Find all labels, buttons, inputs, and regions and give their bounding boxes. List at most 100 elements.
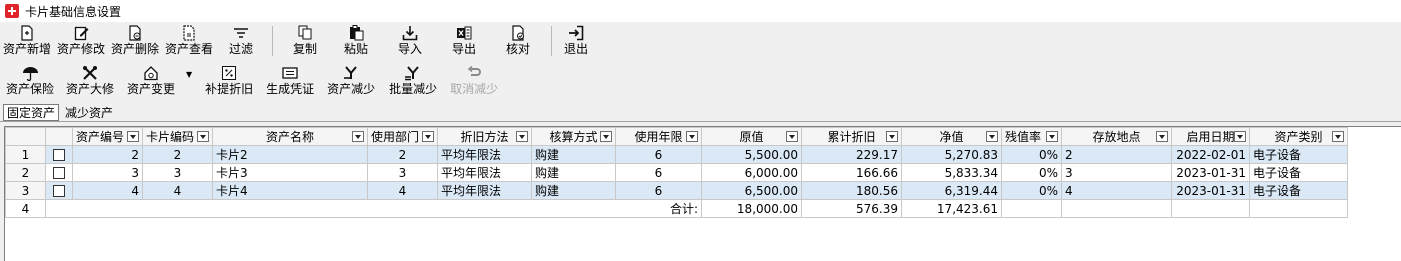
row-checkbox-cell[interactable] [45, 181, 73, 200]
column-header[interactable]: 核算方式 [531, 127, 616, 146]
row-checkbox[interactable] [53, 167, 65, 179]
column-header[interactable]: 净值 [901, 127, 1002, 146]
table-row[interactable]: 2 3 3 卡片3 3 平均年限法 购建 6 6,000.00 166.66 5… [5, 163, 1348, 182]
asset-repair-button[interactable]: 资产大修 [60, 64, 120, 100]
table-cell[interactable]: 0% [1001, 145, 1062, 164]
generate-voucher-button[interactable]: 生成凭证 [260, 64, 320, 100]
table-cell[interactable]: 购建 [531, 181, 616, 200]
table-cell[interactable]: 电子设备 [1249, 145, 1348, 164]
table-cell[interactable]: 2023-01-31 [1171, 163, 1250, 182]
asset-delete-button[interactable]: 资产删除 [108, 24, 162, 60]
column-header[interactable]: 累计折旧 [801, 127, 902, 146]
paste-button[interactable]: 粘贴 [329, 24, 383, 60]
check-button[interactable]: 核对 [491, 24, 545, 60]
table-cell[interactable]: 0% [1001, 163, 1062, 182]
table-cell[interactable]: 166.66 [801, 163, 902, 182]
filter-dropdown-icon[interactable] [127, 131, 139, 142]
asset-reduce-button[interactable]: 资产减少 [320, 64, 382, 100]
tab-fixed-assets[interactable]: 固定资产 [3, 104, 60, 121]
filter-dropdown-icon[interactable] [986, 131, 998, 142]
table-cell[interactable]: 4 [142, 181, 213, 200]
table-cell[interactable]: 3 [367, 163, 438, 182]
copy-button[interactable]: 复制 [281, 24, 329, 60]
table-cell[interactable]: 3 [142, 163, 213, 182]
column-header[interactable]: 资产编号 [72, 127, 143, 146]
table-cell[interactable]: 6,319.44 [901, 181, 1002, 200]
table-cell[interactable]: 平均年限法 [437, 145, 532, 164]
supplement-depreciation-button[interactable]: 补提折旧 [198, 64, 260, 100]
row-checkbox[interactable] [53, 185, 65, 197]
table-cell[interactable]: 3 [1061, 163, 1172, 182]
filter-dropdown-icon[interactable] [600, 131, 612, 142]
table-cell[interactable]: 6,500.00 [701, 181, 802, 200]
asset-edit-button[interactable]: 资产修改 [54, 24, 108, 60]
filter-dropdown-icon[interactable] [197, 131, 209, 142]
column-header[interactable]: 存放地点 [1061, 127, 1172, 146]
table-cell[interactable]: 平均年限法 [437, 181, 532, 200]
table-cell[interactable]: 2 [72, 145, 143, 164]
table-cell[interactable]: 电子设备 [1249, 181, 1348, 200]
table-cell[interactable]: 2 [1061, 145, 1172, 164]
table-cell[interactable]: 购建 [531, 145, 616, 164]
table-cell[interactable]: 购建 [531, 163, 616, 182]
table-cell[interactable]: 0% [1001, 181, 1062, 200]
filter-dropdown-icon[interactable] [686, 131, 698, 142]
table-row[interactable]: 3 4 4 卡片4 4 平均年限法 购建 6 6,500.00 180.56 6… [5, 181, 1348, 200]
table-cell[interactable]: 2022-02-01 [1171, 145, 1250, 164]
column-header[interactable]: 卡片编码 [142, 127, 213, 146]
filter-dropdown-icon[interactable] [422, 131, 434, 142]
table-cell[interactable]: 6 [615, 181, 702, 200]
table-cell[interactable]: 5,833.34 [901, 163, 1002, 182]
filter-dropdown-icon[interactable] [1234, 131, 1246, 142]
table-cell[interactable]: 2 [142, 145, 213, 164]
table-cell[interactable]: 6 [615, 163, 702, 182]
asset-add-button[interactable]: 资产新增 [0, 24, 54, 60]
filter-dropdown-icon[interactable] [516, 131, 528, 142]
cancel-reduce-button[interactable]: 取消减少 [444, 64, 504, 100]
exit-button[interactable]: 退出 [556, 24, 596, 60]
table-cell[interactable]: 2 [367, 145, 438, 164]
table-cell[interactable]: 180.56 [801, 181, 902, 200]
import-button[interactable]: 导入 [383, 24, 437, 60]
column-header[interactable]: 使用年限 [615, 127, 702, 146]
filter-dropdown-icon[interactable] [1332, 131, 1344, 142]
filter-button[interactable]: 过滤 [216, 24, 266, 60]
table-cell[interactable]: 4 [1061, 181, 1172, 200]
batch-reduce-button[interactable]: 批量减少 [382, 64, 444, 100]
row-checkbox-cell[interactable] [45, 163, 73, 182]
table-cell[interactable]: 229.17 [801, 145, 902, 164]
table-cell[interactable]: 3 [72, 163, 143, 182]
table-cell[interactable]: 5,270.83 [901, 145, 1002, 164]
column-header[interactable]: 资产类别 [1249, 127, 1348, 146]
chevron-down-icon[interactable]: ▼ [186, 70, 192, 79]
table-cell[interactable]: 6,000.00 [701, 163, 802, 182]
tab-reduced-assets[interactable]: 减少资产 [61, 104, 117, 121]
asset-insurance-button[interactable]: 资产保险 [0, 64, 60, 100]
filter-dropdown-icon[interactable] [352, 131, 364, 142]
asset-change-button[interactable]: 资产变更 [120, 64, 182, 100]
filter-dropdown-icon[interactable] [786, 131, 798, 142]
table-cell[interactable]: 平均年限法 [437, 163, 532, 182]
table-row[interactable]: 1 2 2 卡片2 2 平均年限法 购建 6 5,500.00 229.17 5… [5, 145, 1348, 164]
row-checkbox-cell[interactable] [45, 145, 73, 164]
filter-dropdown-icon[interactable] [1156, 131, 1168, 142]
column-header[interactable]: 折旧方法 [437, 127, 532, 146]
filter-dropdown-icon[interactable] [886, 131, 898, 142]
asset-view-button[interactable]: 资产查看 [162, 24, 216, 60]
table-cell[interactable]: 5,500.00 [701, 145, 802, 164]
column-header[interactable]: 使用部门 [367, 127, 438, 146]
column-header[interactable]: 原值 [701, 127, 802, 146]
table-cell[interactable]: 电子设备 [1249, 163, 1348, 182]
row-checkbox[interactable] [53, 149, 65, 161]
column-header[interactable]: 残值率 [1001, 127, 1062, 146]
filter-dropdown-icon[interactable] [1046, 131, 1058, 142]
table-cell[interactable]: 卡片4 [212, 181, 368, 200]
table-cell[interactable]: 4 [367, 181, 438, 200]
export-button[interactable]: 导出 [437, 24, 491, 60]
table-cell[interactable]: 卡片2 [212, 145, 368, 164]
table-cell[interactable]: 卡片3 [212, 163, 368, 182]
column-header[interactable]: 资产名称 [212, 127, 368, 146]
table-cell[interactable]: 2023-01-31 [1171, 181, 1250, 200]
table-cell[interactable]: 6 [615, 145, 702, 164]
table-cell[interactable]: 4 [72, 181, 143, 200]
